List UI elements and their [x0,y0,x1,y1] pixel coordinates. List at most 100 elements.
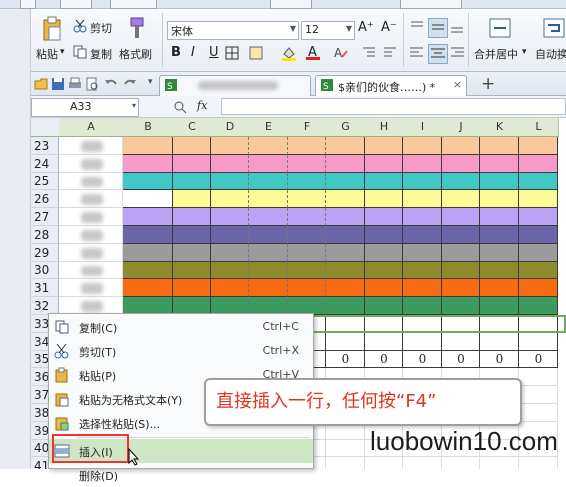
align-center-icon[interactable] [428,44,448,64]
format-painter-button[interactable]: 格式刷 [119,46,152,62]
grid-cell[interactable] [288,173,326,190]
grid-cell[interactable] [249,244,288,262]
scissors-icon[interactable] [73,19,87,33]
row-header[interactable]: 26 [31,190,59,208]
grid-cell[interactable] [403,137,442,155]
grid-cell[interactable] [211,244,249,262]
copy-icon[interactable] [73,45,87,59]
column-header[interactable]: L [519,118,559,137]
grid-cell[interactable] [519,155,558,173]
grid-cell[interactable] [211,173,249,190]
doc-tab-active[interactable]: S $亲们的伙食……) * × [315,75,467,96]
grid-cell[interactable] [365,190,403,208]
grid-cell[interactable] [173,190,211,208]
zoom-lookup-icon[interactable] [173,100,187,114]
grid-cell[interactable] [365,262,403,279]
chevron-down-icon[interactable]: ▼ [346,24,352,33]
grid-cell[interactable] [480,226,519,244]
align-middle-icon[interactable] [428,18,448,38]
qat-dropdown-icon[interactable]: ▾ [148,77,153,87]
grid-cell[interactable] [326,244,365,262]
grid-cell[interactable] [442,155,480,173]
column-header[interactable]: A [59,118,124,137]
grid-cell[interactable] [480,297,519,315]
grid-cell[interactable] [211,226,249,244]
grid-cell[interactable] [442,137,480,155]
column-header[interactable]: E [249,118,289,137]
grid-cell[interactable] [480,190,519,208]
grid-cell[interactable] [403,208,442,226]
grid-cell[interactable] [59,208,123,226]
grid-cell[interactable] [403,279,442,297]
grid-cell[interactable] [480,173,519,190]
grid-cell[interactable] [123,262,173,279]
row-header[interactable]: 31 [31,279,59,297]
grid-cell[interactable] [403,457,442,469]
column-header[interactable]: F [288,118,327,137]
grid-cell[interactable] [480,262,519,279]
grid-cell[interactable] [249,279,288,297]
grid-cell[interactable] [59,137,123,155]
grid-cell[interactable] [288,137,326,155]
column-header[interactable]: G [326,118,366,137]
grid-cell[interactable] [59,244,123,262]
grid-cell[interactable] [403,333,442,351]
grid-cell[interactable] [403,226,442,244]
grid-cell[interactable] [249,262,288,279]
grid-cell[interactable] [326,173,365,190]
grid-cell[interactable] [288,262,326,279]
grid-cell[interactable] [519,226,558,244]
grid-cell[interactable] [211,155,249,173]
select-all-corner[interactable] [31,118,60,137]
row-header[interactable]: 27 [31,208,59,226]
grid-cell[interactable] [173,262,211,279]
paste-icon[interactable] [39,15,65,43]
grid-cell[interactable] [249,208,288,226]
merge-center-button[interactable]: 合并居中 [474,46,518,62]
grid-cell[interactable] [403,155,442,173]
grid-cell[interactable] [326,297,365,315]
grid-cell[interactable] [365,244,403,262]
indent-icon[interactable] [362,46,376,60]
grid-cell[interactable] [249,137,288,155]
grid-cell[interactable] [173,226,211,244]
grid-cell[interactable] [442,173,480,190]
grid-cell[interactable] [326,262,365,279]
grid-cell[interactable] [288,226,326,244]
grid-cell[interactable] [519,279,558,297]
name-box[interactable]: A33 ▾ [31,98,139,117]
cell-style-icon[interactable] [249,46,263,60]
grid-cell[interactable] [442,279,480,297]
grid-cell[interactable] [288,155,326,173]
grid-cell[interactable] [442,208,480,226]
strip-tab[interactable] [60,0,92,9]
grid-cell[interactable] [326,208,365,226]
grid-cell[interactable] [326,226,365,244]
column-header[interactable]: C [173,118,212,137]
redo-icon[interactable] [123,77,137,91]
grid-cell[interactable] [123,155,173,173]
merge-center-icon[interactable] [489,17,511,39]
grid-cell[interactable] [123,208,173,226]
grid-cell[interactable] [480,208,519,226]
font-name-combo[interactable]: 宋体 ▼ [167,21,299,40]
open-folder-icon[interactable] [34,77,48,91]
grid-cell[interactable] [123,173,173,190]
grid-cell[interactable] [403,173,442,190]
grid-cell[interactable] [519,208,558,226]
chevron-down-icon[interactable]: ▾ [522,47,527,57]
grid-cell[interactable] [123,244,173,262]
grid-cell[interactable] [480,279,519,297]
column-header[interactable]: J [442,118,481,137]
grid-cell[interactable] [519,137,558,155]
align-right-icon[interactable] [449,46,465,60]
grid-cell[interactable] [365,279,403,297]
row-header[interactable]: 25 [31,173,59,190]
column-header[interactable]: B [123,118,174,137]
grid-cell[interactable] [123,279,173,297]
grid-cell[interactable] [519,404,558,422]
grid-cell[interactable] [59,262,123,279]
border-icon[interactable] [225,46,239,60]
grid-cell[interactable] [519,297,558,315]
row-header[interactable]: 23 [31,137,59,155]
